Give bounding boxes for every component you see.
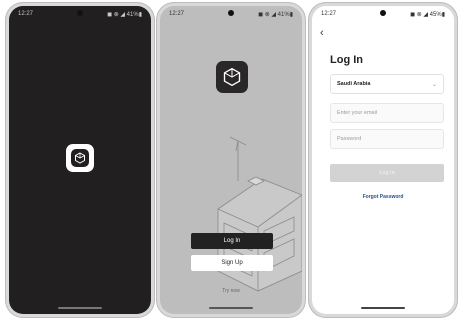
status-time: 12:27 — [18, 11, 34, 17]
status-icons: ◼ ⊗ ◢ 41%▮ — [258, 11, 293, 18]
phone-login: 12:27 ◼ ⊗ ◢ 45%▮ ‹ Log In Saudi Arabia ⌄… — [308, 2, 458, 318]
home-indicator[interactable] — [361, 307, 405, 309]
welcome-screen: 12:27 ◼ ⊗ ◢ 41%▮ Log In Sign Up Try now — [160, 6, 302, 314]
app-logo-icon — [216, 61, 248, 93]
login-submit-button[interactable]: Log In — [330, 164, 444, 182]
cube-logo-icon — [75, 152, 85, 164]
splash-screen: 12:27 ◼ ⊗ ◢ 41%▮ — [9, 6, 151, 314]
country-value: Saudi Arabia — [337, 81, 371, 87]
chevron-down-icon: ⌄ — [431, 81, 437, 88]
home-indicator[interactable] — [209, 307, 253, 309]
status-time: 12:27 — [321, 11, 337, 17]
home-indicator[interactable] — [58, 307, 102, 309]
camera-cutout — [228, 10, 234, 16]
status-time: 12:27 — [169, 11, 185, 17]
signup-button[interactable]: Sign Up — [191, 255, 273, 271]
forgot-password-link[interactable]: Forgot Password — [312, 194, 454, 200]
login-screen: 12:27 ◼ ⊗ ◢ 45%▮ ‹ Log In Saudi Arabia ⌄… — [312, 6, 454, 314]
email-field[interactable] — [330, 103, 444, 123]
password-field[interactable] — [330, 129, 444, 149]
cube-logo-icon — [223, 67, 241, 87]
page-title: Log In — [330, 54, 363, 66]
phone-splash: 12:27 ◼ ⊗ ◢ 41%▮ — [5, 2, 155, 318]
app-logo-icon — [66, 144, 94, 172]
country-select[interactable]: Saudi Arabia ⌄ — [330, 74, 444, 94]
status-icons: ◼ ⊗ ◢ 45%▮ — [410, 11, 445, 18]
back-icon[interactable]: ‹ — [320, 28, 324, 39]
login-button[interactable]: Log In — [191, 233, 273, 249]
phone-welcome: 12:27 ◼ ⊗ ◢ 41%▮ Log In Sign Up Try now — [156, 2, 306, 318]
smart-home-illustration — [217, 136, 302, 292]
camera-cutout — [380, 10, 386, 16]
try-now-link[interactable]: Try now — [160, 288, 302, 294]
camera-cutout — [77, 10, 83, 16]
status-icons: ◼ ⊗ ◢ 41%▮ — [107, 11, 142, 18]
